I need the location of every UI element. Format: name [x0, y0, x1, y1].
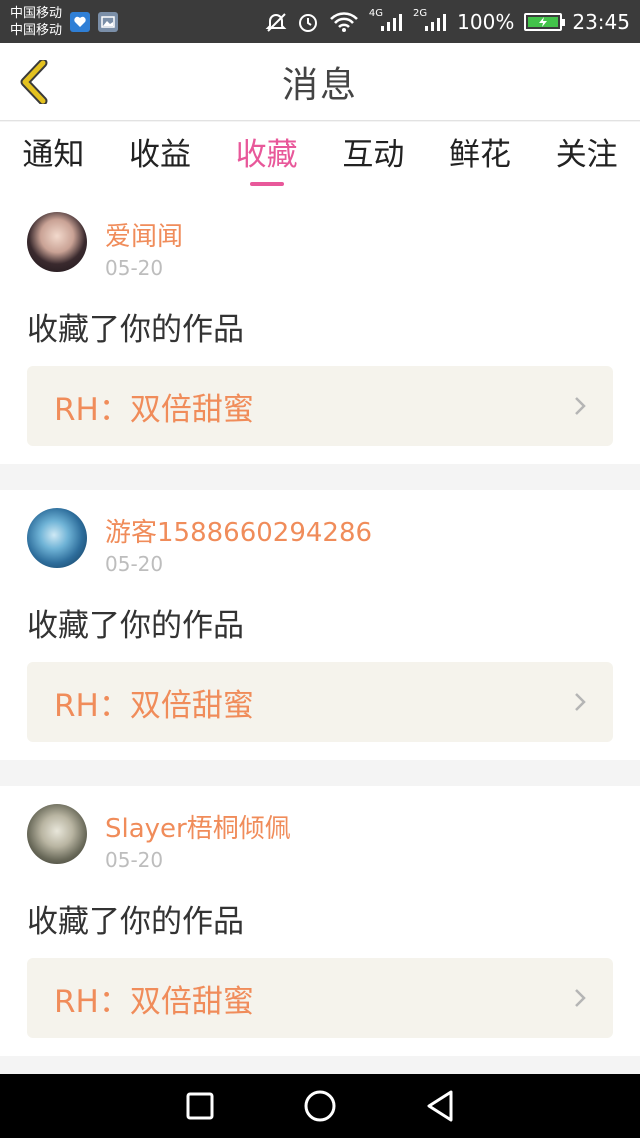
list-item: Slayer梧桐倾佩 05-20 收藏了你的作品 RH：双倍甜蜜: [0, 786, 640, 1056]
wifi-icon: [329, 11, 359, 33]
battery-icon: [524, 12, 566, 31]
action-text: 收藏了你的作品: [27, 904, 244, 940]
triangle-back-icon: [427, 1090, 453, 1122]
work-link[interactable]: RH：双倍甜蜜: [27, 958, 613, 1038]
message-date: 05-20: [105, 256, 164, 280]
message-date: 05-20: [105, 552, 164, 576]
avatar[interactable]: [27, 508, 87, 568]
home-button[interactable]: [300, 1086, 340, 1126]
chevron-right-icon: [575, 397, 586, 415]
username[interactable]: 爱闻闻: [105, 216, 183, 253]
circle-icon: [304, 1090, 336, 1122]
app-header: 消息: [0, 43, 640, 121]
avatar[interactable]: [27, 212, 87, 272]
net-2g-label: 2G: [413, 8, 428, 19]
recents-button[interactable]: [180, 1086, 220, 1126]
action-text: 收藏了你的作品: [27, 608, 244, 644]
chevron-right-icon: [575, 693, 586, 711]
net-4g-label: 4G: [368, 8, 384, 19]
message-tabs: 通知 收益 收藏 互动 鲜花 关注: [0, 122, 640, 194]
battery-percent: 100%: [457, 9, 515, 34]
signal-4g-icon: 4G: [368, 8, 403, 33]
system-nav-bar: [0, 1074, 640, 1138]
carrier-2: 中国移动: [10, 22, 63, 38]
username[interactable]: 游客1588660294286: [105, 512, 372, 549]
square-icon: [186, 1092, 214, 1120]
username[interactable]: Slayer梧桐倾佩: [105, 808, 291, 845]
page-title: 消息: [281, 64, 358, 106]
work-title: RH：双倍甜蜜: [54, 983, 254, 1020]
message-date: 05-20: [105, 848, 164, 872]
list-item: 爱闻闻 05-20 收藏了你的作品 RH：双倍甜蜜: [0, 194, 640, 464]
gallery-notification-icon: [98, 11, 119, 32]
status-bar: 中国移动 中国移动 4G 2G 100% 23:45: [0, 0, 640, 43]
chevron-right-icon: [575, 989, 586, 1007]
work-title: RH：双倍甜蜜: [54, 391, 254, 428]
tab-follows[interactable]: 关注: [533, 122, 640, 194]
back-button[interactable]: [16, 59, 52, 105]
avatar[interactable]: [27, 804, 87, 864]
app-notification-icon: [70, 11, 91, 32]
work-title: RH：双倍甜蜜: [54, 687, 254, 724]
tab-interactions[interactable]: 互动: [320, 122, 427, 194]
carrier-labels: 中国移动 中国移动: [10, 5, 62, 39]
clock: 23:45: [572, 9, 630, 34]
mute-icon: [265, 11, 287, 33]
signal-2g-icon: 2G: [413, 8, 447, 33]
tab-earnings[interactable]: 收益: [107, 122, 214, 194]
list-item: 游客1588660294286 05-20 收藏了你的作品 RH：双倍甜蜜: [0, 490, 640, 760]
message-list: 爱闻闻 05-20 收藏了你的作品 RH：双倍甜蜜 游客158866029428…: [0, 194, 640, 1082]
tab-flowers[interactable]: 鲜花: [427, 122, 534, 194]
alarm-icon: [297, 11, 319, 33]
tab-favorites[interactable]: 收藏: [213, 122, 320, 194]
back-nav-button[interactable]: [420, 1086, 460, 1126]
carrier-1: 中国移动: [10, 5, 63, 21]
action-text: 收藏了你的作品: [27, 312, 244, 348]
chevron-left-icon: [20, 60, 48, 104]
tab-notifications[interactable]: 通知: [0, 122, 107, 194]
work-link[interactable]: RH：双倍甜蜜: [27, 366, 613, 446]
work-link[interactable]: RH：双倍甜蜜: [27, 662, 613, 742]
